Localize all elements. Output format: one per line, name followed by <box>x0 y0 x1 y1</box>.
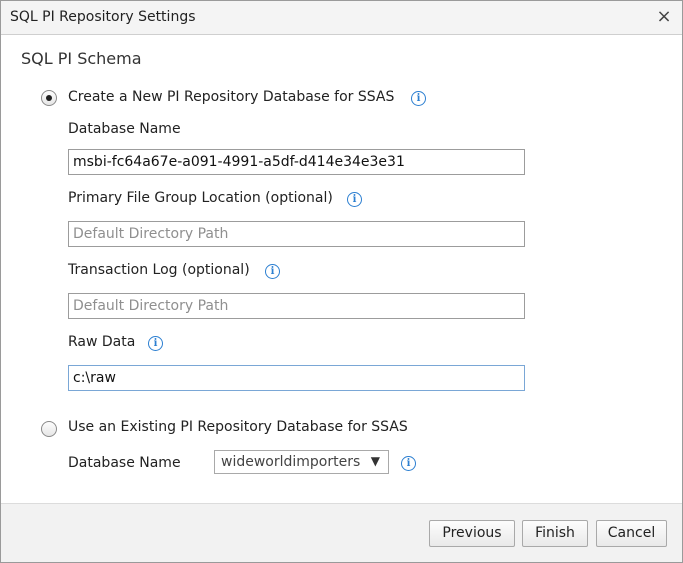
transaction-log-label: Transaction Log (optional) <box>68 262 250 278</box>
info-icon[interactable]: i <box>347 192 362 207</box>
existing-database-select[interactable]: wideworldimporters ▼ <box>214 450 389 474</box>
info-icon[interactable]: i <box>148 336 163 351</box>
dialog-content: SQL PI Schema Create a New PI Repository… <box>1 36 682 503</box>
database-name-label: Database Name <box>68 121 181 137</box>
existing-database-name-label: Database Name <box>68 455 181 471</box>
transaction-log-input[interactable] <box>68 293 525 319</box>
primary-file-group-label: Primary File Group Location (optional) <box>68 190 333 206</box>
info-icon[interactable]: i <box>411 91 426 106</box>
finish-button[interactable]: Finish <box>522 520 588 547</box>
close-icon[interactable]: × <box>654 7 674 27</box>
existing-database-value: wideworldimporters <box>221 454 361 470</box>
settings-dialog: SQL PI Repository Settings × SQL PI Sche… <box>0 0 683 563</box>
raw-data-label: Raw Data <box>68 334 136 350</box>
create-new-label[interactable]: Create a New PI Repository Database for … <box>68 89 394 105</box>
section-title: SQL PI Schema <box>21 49 142 68</box>
database-name-input[interactable] <box>68 149 525 175</box>
window-title: SQL PI Repository Settings <box>10 9 196 25</box>
primary-file-group-input[interactable] <box>68 221 525 247</box>
chevron-down-icon[interactable]: ▼ <box>371 454 380 468</box>
info-icon[interactable]: i <box>401 456 416 471</box>
use-existing-label[interactable]: Use an Existing PI Repository Database f… <box>68 419 408 435</box>
dialog-footer: Previous Finish Cancel <box>1 503 682 562</box>
title-bar: SQL PI Repository Settings × <box>1 1 682 35</box>
info-icon[interactable]: i <box>265 264 280 279</box>
create-new-radio[interactable] <box>41 90 57 106</box>
raw-data-input[interactable] <box>68 365 525 391</box>
previous-button[interactable]: Previous <box>429 520 515 547</box>
cancel-button[interactable]: Cancel <box>596 520 667 547</box>
use-existing-radio[interactable] <box>41 421 57 437</box>
